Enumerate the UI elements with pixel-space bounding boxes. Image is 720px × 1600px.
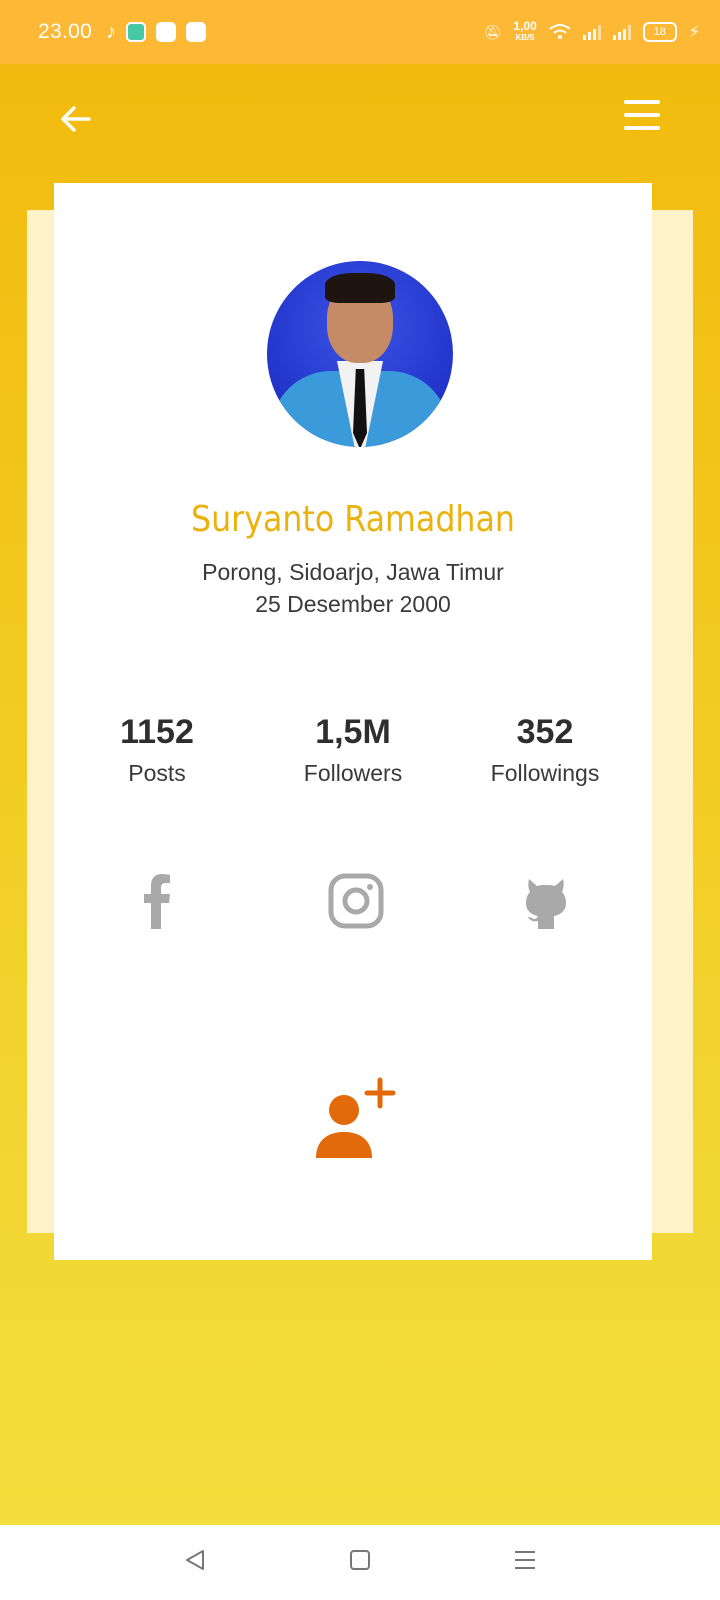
stat-label: Followings bbox=[490, 760, 600, 786]
arrow-left-icon[interactable] bbox=[54, 102, 98, 146]
status-notification-icons: ♪ bbox=[106, 20, 207, 44]
nav-home-graphic bbox=[350, 1550, 370, 1570]
add-user-icon[interactable] bbox=[314, 1076, 400, 1162]
stat-label: Posts bbox=[128, 760, 186, 786]
menu-line bbox=[624, 113, 660, 117]
app-notification-icon bbox=[126, 22, 147, 42]
instagram-icon[interactable] bbox=[326, 871, 386, 931]
charging-icon: ⚡︎ bbox=[688, 24, 700, 41]
github-graphic bbox=[526, 879, 566, 929]
github-icon[interactable] bbox=[516, 871, 576, 931]
network-speed-value: 1,00 bbox=[513, 19, 537, 33]
stat-followings[interactable]: 352 Followings bbox=[450, 713, 640, 787]
hamburger-menu-icon[interactable] bbox=[624, 100, 660, 130]
wifi-icon bbox=[549, 24, 571, 39]
stat-posts[interactable]: 1152 Posts bbox=[62, 713, 252, 787]
facebook-graphic bbox=[144, 874, 170, 929]
avatar[interactable] bbox=[267, 261, 453, 447]
profile-birth-date: 25 Desember 2000 bbox=[255, 591, 451, 617]
nav-recents-graphic bbox=[515, 1551, 535, 1569]
youtube-icon bbox=[156, 22, 177, 42]
battery-icon: 18 bbox=[642, 22, 677, 42]
tiktok-icon: ♪ bbox=[106, 20, 117, 43]
app-bar bbox=[0, 64, 720, 174]
menu-line bbox=[624, 126, 660, 130]
network-speed: 1,00 KB/S bbox=[513, 19, 537, 43]
stat-value: 352 bbox=[516, 713, 574, 751]
nav-back-graphic bbox=[186, 1550, 204, 1570]
stats-row: 1152 Posts 1,5M Followers 352 Followings bbox=[54, 713, 652, 803]
system-nav-bar bbox=[0, 1525, 720, 1600]
profile-name: Suryanto Ramadhan bbox=[190, 499, 516, 540]
signal-icon-2 bbox=[612, 24, 631, 40]
back-arrow-graphic bbox=[61, 106, 91, 132]
nav-recents-icon[interactable] bbox=[505, 1543, 545, 1583]
network-speed-unit: KB/S bbox=[515, 33, 535, 42]
nav-back-icon[interactable] bbox=[175, 1543, 215, 1583]
stat-followers[interactable]: 1,5M Followers bbox=[258, 713, 448, 787]
status-bar: 23.00 ♪ 🔕︎ 1,00 KB/S 18 ⚡︎ bbox=[0, 0, 720, 64]
stat-value: 1,5M bbox=[315, 713, 391, 751]
stat-value: 1152 bbox=[120, 713, 194, 751]
add-user-graphic bbox=[316, 1077, 396, 1158]
capcut-icon bbox=[186, 22, 207, 42]
nav-home-icon[interactable] bbox=[340, 1543, 380, 1583]
signal-icon-1 bbox=[582, 24, 601, 40]
social-links bbox=[54, 871, 652, 941]
status-time: 23.00 bbox=[38, 20, 93, 43]
profile-card: Suryanto Ramadhan Porong, Sidoarjo, Jawa… bbox=[54, 183, 652, 1260]
avatar-hair bbox=[325, 273, 395, 303]
status-system-icons: 🔕︎ 1,00 KB/S 18 ⚡︎ bbox=[484, 0, 700, 64]
profile-address: Porong, Sidoarjo, Jawa Timur bbox=[202, 559, 504, 585]
facebook-icon[interactable] bbox=[128, 871, 188, 931]
stat-label: Followers bbox=[303, 760, 403, 786]
menu-line bbox=[624, 100, 660, 104]
mute-bell-icon: 🔕︎ bbox=[483, 23, 502, 40]
instagram-graphic bbox=[328, 873, 384, 929]
